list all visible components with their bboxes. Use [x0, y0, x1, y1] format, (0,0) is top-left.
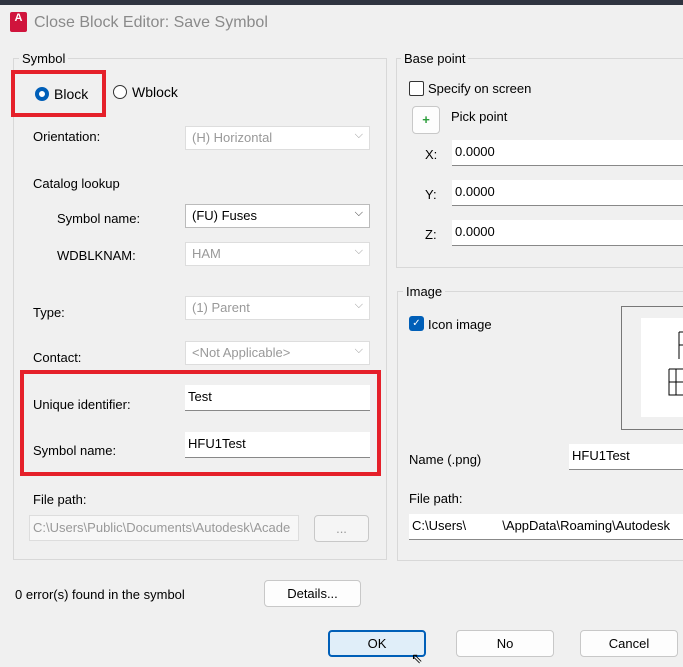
details-button[interactable]: Details...: [264, 580, 361, 607]
contact-select[interactable]: <Not Applicable> ⌵: [185, 341, 370, 365]
wblock-label[interactable]: Wblock: [132, 84, 178, 100]
browse-button[interactable]: ...: [314, 515, 369, 542]
file-path-input[interactable]: C:\Users\Public\Documents\Autodesk\Acade: [29, 515, 299, 541]
chevron-down-icon: ⌵: [354, 344, 363, 356]
icon-image-label[interactable]: Icon image: [428, 317, 492, 332]
image-group-label: Image: [403, 284, 446, 299]
pick-point-button[interactable]: +: [412, 106, 440, 134]
check-icon: ✓: [412, 318, 421, 329]
y-label: Y:: [425, 187, 437, 202]
png-name-label: Name (.png): [409, 452, 482, 467]
type-value: (1) Parent: [192, 300, 250, 315]
png-name-input[interactable]: HFU1Test: [569, 444, 683, 470]
symbol-preview-icon: [641, 318, 683, 417]
symbol-name-value: (FU) Fuses: [192, 208, 257, 223]
unique-identifier-label: Unique identifier:: [33, 397, 131, 412]
z-label: Z:: [425, 227, 437, 242]
wdblknam-value: HAM: [192, 246, 221, 261]
contact-value: <Not Applicable>: [192, 345, 291, 360]
chevron-down-icon: ⌵: [354, 207, 363, 219]
orientation-value: (H) Horizontal: [192, 130, 273, 145]
unique-identifier-input[interactable]: Test: [185, 385, 370, 411]
block-name-input[interactable]: HFU1Test: [185, 432, 370, 458]
wblock-radio[interactable]: [113, 85, 127, 99]
type-select[interactable]: (1) Parent ⌵: [185, 296, 370, 320]
x-label: X:: [425, 147, 438, 162]
chevron-down-icon: ⌵: [354, 299, 363, 311]
block-label[interactable]: Block: [54, 86, 88, 102]
file-path-label: File path:: [33, 492, 87, 507]
mouse-cursor-icon: ⇖: [411, 650, 423, 666]
symbol-name-select[interactable]: (FU) Fuses ⌵: [185, 204, 370, 228]
orientation-label: Orientation:: [33, 129, 101, 144]
pick-point-icon: +: [422, 112, 430, 127]
catalog-lookup-label: Catalog lookup: [33, 176, 120, 191]
window-title: Close Block Editor: Save Symbol: [34, 14, 268, 31]
block-radio[interactable]: [35, 87, 49, 101]
no-button[interactable]: No: [456, 630, 554, 657]
app-icon: A: [10, 12, 27, 32]
x-input[interactable]: 0.0000: [452, 140, 683, 166]
image-file-path-input[interactable]: C:\Users\ \AppData\Roaming\Autodesk: [409, 514, 683, 540]
symbol-name-label: Symbol name:: [57, 211, 141, 226]
error-count: 0 error(s) found in the symbol: [15, 587, 185, 602]
orientation-select[interactable]: (H) Horizontal ⌵: [185, 126, 370, 150]
block-name-label: Symbol name:: [33, 443, 117, 458]
base-point-label: Base point: [401, 51, 469, 66]
chevron-down-icon: ⌵: [354, 129, 363, 141]
wdblknam-select[interactable]: HAM ⌵: [185, 242, 370, 266]
title-bar-strip: [0, 0, 683, 5]
type-label: Type:: [33, 305, 65, 320]
icon-preview: [621, 306, 683, 430]
z-input[interactable]: 0.0000: [452, 220, 683, 246]
cancel-button[interactable]: Cancel: [580, 630, 678, 657]
specify-label[interactable]: Specify on screen: [428, 81, 531, 96]
symbol-group-label: Symbol: [19, 51, 69, 66]
pick-point-label: Pick point: [451, 109, 508, 124]
icon-image-checkbox[interactable]: ✓: [409, 316, 424, 331]
chevron-down-icon: ⌵: [354, 245, 363, 257]
specify-checkbox[interactable]: [409, 81, 424, 96]
contact-label: Contact:: [33, 350, 82, 365]
image-file-path-label: File path:: [409, 491, 463, 506]
wdblknam-label: WDBLKNAM:: [57, 248, 136, 263]
y-input[interactable]: 0.0000: [452, 180, 683, 206]
